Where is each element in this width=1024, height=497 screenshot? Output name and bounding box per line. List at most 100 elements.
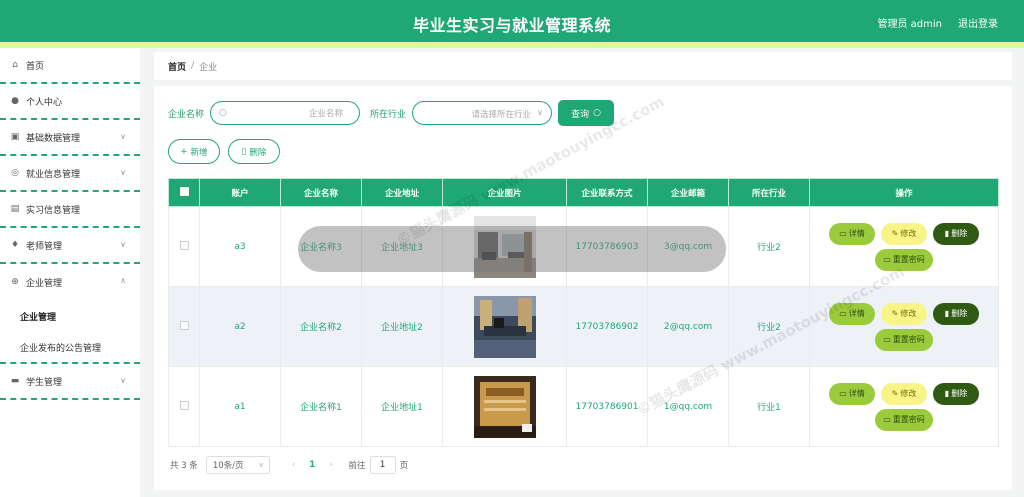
reset-password-button[interactable]: ▭ 重置密码 [875,248,933,271]
chart-icon: ▣ [10,132,20,142]
pencil-icon: ✎ [891,229,899,238]
goto-label: 前往 [348,461,366,471]
header-accent-strip [0,42,1024,48]
column-header: 所在行业 [728,178,810,207]
pagination: 共 3 条 10条/页 ∨ ‹ 1 › 前往 1 页 [170,456,408,474]
clipboard-icon: ▤ [10,204,20,214]
delete-button-label: 删除 [249,147,267,158]
detail-button-label: 详情 [848,229,865,238]
sidebar-item-internship[interactable]: ▤ 实习信息管理 [0,192,140,228]
sidebar-subitem-company-manage[interactable]: 企业管理 [0,300,140,332]
detail-button[interactable]: ▭ 详情 [829,382,875,405]
chevron-down-icon: ∨ [120,240,126,249]
cell-industry: 行业1 [728,366,810,447]
document-icon: ▭ [883,255,891,264]
sidebar-item-company[interactable]: ⊕ 企业管理 ∧ [0,264,140,300]
pagination-total: 共 3 条 [170,461,198,471]
select-all-checkbox[interactable] [179,186,189,196]
action-bar: + 新增 ▯ 删除 [168,139,288,164]
detail-button-label: 详情 [848,389,865,398]
next-page-icon[interactable]: › [329,460,332,470]
sidebar-subitem-company-notice[interactable]: 企业发布的公告管理 [0,332,140,364]
edit-button-label: 修改 [900,309,917,318]
detail-button[interactable]: ▭ 详情 [829,222,875,245]
row-checkbox[interactable] [179,240,189,250]
logout-link[interactable]: 退出登录 [958,15,998,30]
sidebar-item-employment[interactable]: ◎ 就业信息管理 ∨ [0,156,140,192]
sidebar-item-label: 学生管理 [26,377,63,388]
page-size-select[interactable]: 10条/页 ∨ [205,456,270,474]
edit-button[interactable]: ✎ 修改 [881,302,927,325]
add-button[interactable]: + 新增 [168,139,220,164]
location-icon: ♦ [10,240,20,250]
cell-ops: ▭ 详情 ✎ 修改 ▮ 删除 ▭ 重置密码 [809,206,999,287]
edit-button-label: 修改 [900,229,917,238]
delete-button[interactable]: ▮ 删除 [933,222,979,245]
document-icon: ▭ [883,335,891,344]
select-all-cell[interactable] [168,178,200,207]
search-icon: ○ [593,108,601,118]
page-number[interactable]: 1 [309,460,315,470]
column-header: 企业邮箱 [647,178,729,207]
delete-button-label: 删除 [951,229,968,238]
sidebar-item-student[interactable]: ▬ 学生管理 ∨ [0,364,140,400]
column-header: 账户 [199,178,281,207]
breadcrumb-current: 企业 [199,62,218,73]
query-button-label: 查询 [571,109,590,120]
cell-company-name: 企业名称1 [280,366,362,447]
system-title: 毕业生实习与就业管理系统 [412,16,611,35]
add-button-label: 新增 [190,147,208,158]
company-name-input[interactable]: ○ 企业名称 [210,101,361,125]
cell-photo [442,366,567,447]
page-size-value: 10条/页 [212,461,244,471]
industry-placeholder: 请选择所在行业 [471,110,532,120]
row-checkbox[interactable] [179,400,189,410]
column-header: 企业地址 [361,178,443,207]
detail-button[interactable]: ▭ 详情 [829,302,875,325]
company-photo [473,375,536,438]
batch-delete-button[interactable]: ▯ 删除 [228,139,280,164]
compass-icon: ⊕ [11,277,19,287]
sidebar-item-base-data[interactable]: ▣ 基础数据管理 ∨ [0,120,140,156]
document-icon: ▭ [839,229,847,238]
cell-ops: ▭ 详情 ✎ 修改 ▮ 删除 ▭ 重置密码 [809,366,999,447]
company-name-label: 企业名称 [168,109,205,120]
detail-button-label: 详情 [848,309,865,318]
goto-page-input[interactable]: 1 [369,456,396,474]
chevron-down-icon: ∨ [537,108,544,117]
company-table: 账户 企业名称 企业地址 企业图片 企业联系方式 企业邮箱 所在行业 操作 a3… [168,178,999,447]
breadcrumb-separator: / [191,61,195,71]
reset-password-label: 重置密码 [892,335,925,344]
sidebar-item-home[interactable]: ⌂ 首页 [0,48,140,84]
company-name-placeholder: 企业名称 [309,109,344,119]
sidebar-item-teacher[interactable]: ♦ 老师管理 ∨ [0,228,140,264]
industry-select[interactable]: 请选择所在行业 ∨ [412,101,553,125]
edit-button[interactable]: ✎ 修改 [881,382,927,405]
chevron-down-icon: ∨ [120,376,126,385]
document-icon: ▭ [883,415,891,424]
reset-password-button[interactable]: ▭ 重置密码 [875,408,933,431]
reset-password-label: 重置密码 [892,255,925,264]
delete-button[interactable]: ▮ 删除 [933,302,979,325]
cell-address: 企业地址2 [361,286,443,367]
column-header: 企业图片 [442,178,567,207]
sidebar-item-label: 实习信息管理 [26,205,81,216]
sidebar-item-label: 首页 [26,61,45,72]
cell-account: a1 [199,366,281,447]
sidebar-item-label: 基础数据管理 [26,133,81,144]
cell-address: 企业地址1 [361,366,443,447]
edit-button[interactable]: ✎ 修改 [881,222,927,245]
query-button[interactable]: 查询 ○ [558,100,615,126]
company-photo [473,295,536,358]
sidebar-item-profile[interactable]: ● 个人中心 [0,84,140,120]
document-icon: ▭ [839,389,847,398]
cell-industry: 行业2 [728,206,810,287]
breadcrumb-home[interactable]: 首页 [168,60,186,73]
delete-button[interactable]: ▮ 删除 [933,382,979,405]
row-checkbox[interactable] [179,320,189,330]
reset-password-button[interactable]: ▭ 重置密码 [875,328,933,351]
pencil-icon: ✎ [891,309,899,318]
table-row: a2 企业名称2 企业地址2 17703786902 2@qq.com 行业2 … [168,286,999,367]
prev-page-icon[interactable]: ‹ [292,460,295,470]
search-icon: ○ [219,108,227,118]
